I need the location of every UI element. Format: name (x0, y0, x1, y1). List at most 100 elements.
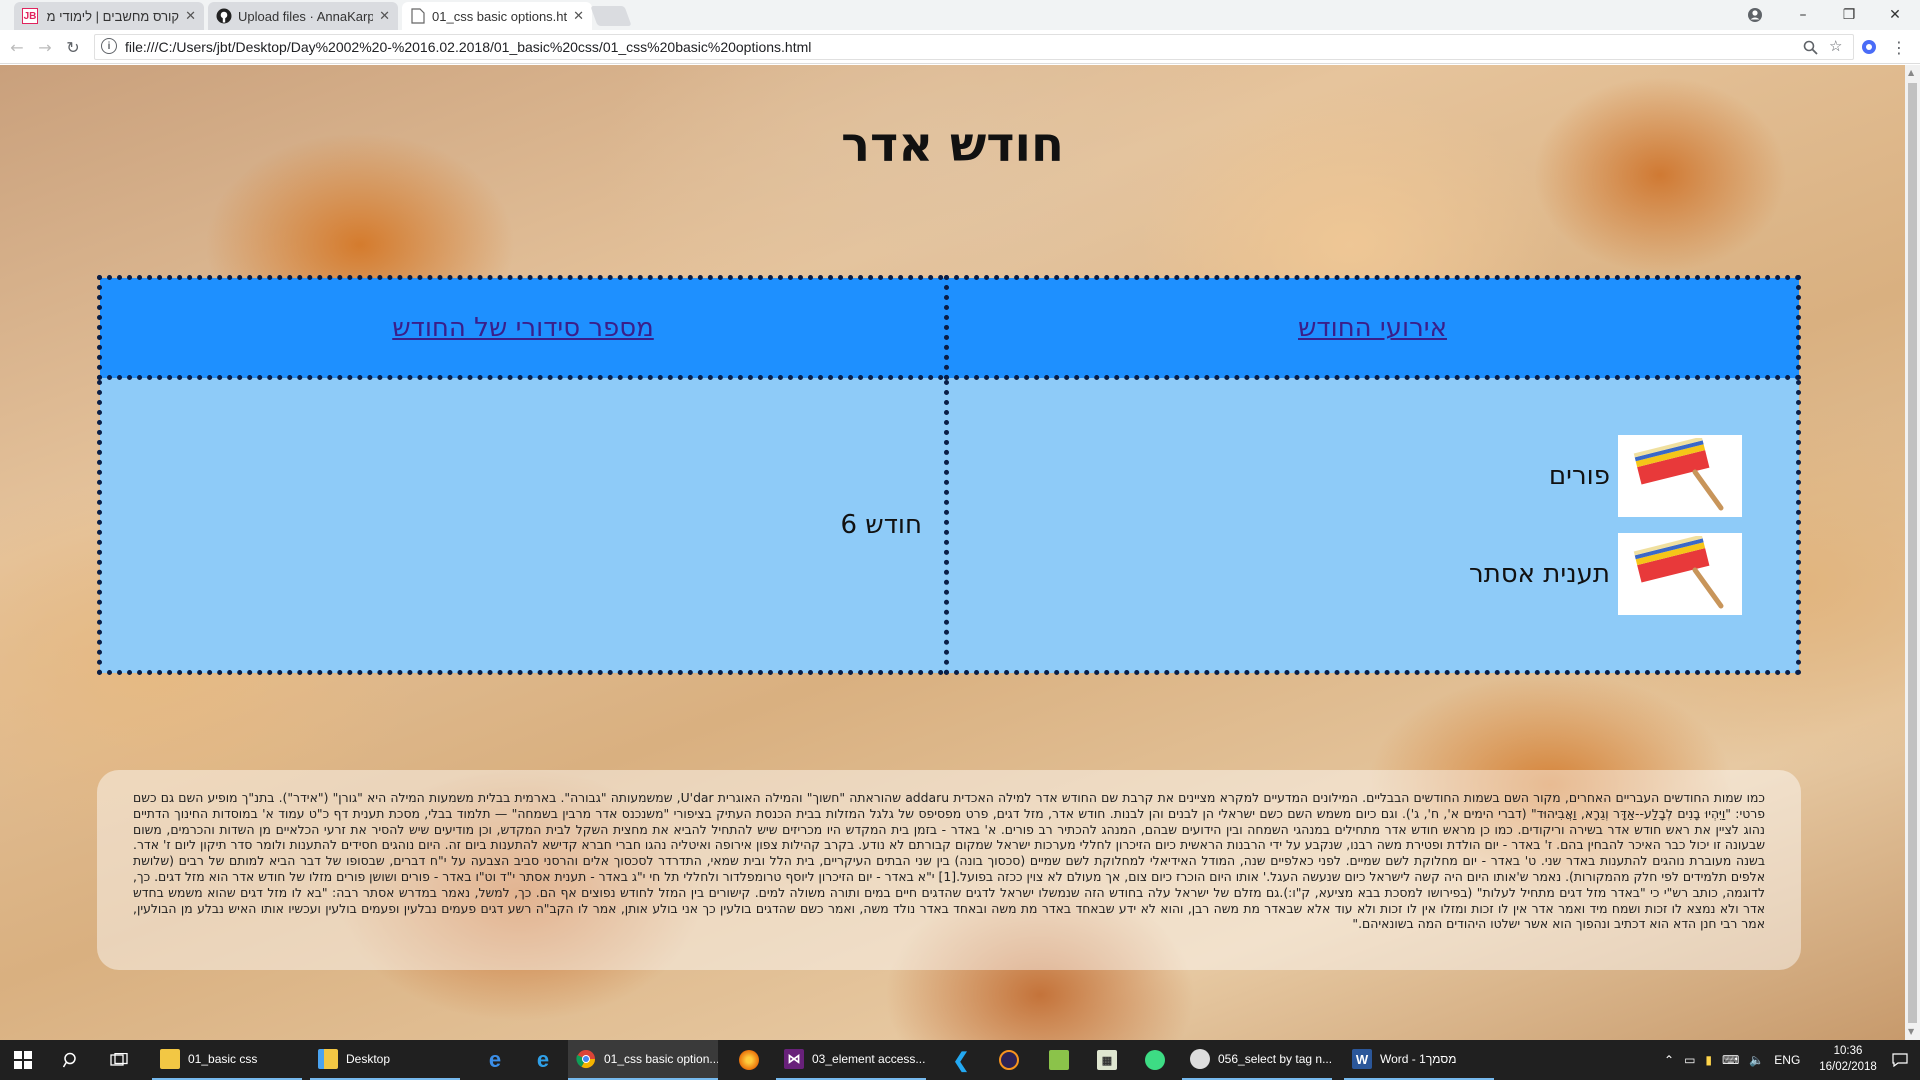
windows-taskbar: 01_basic css Desktop e e 01_css basic op… (0, 1040, 1920, 1080)
page-scrollbar[interactable]: ▲ ▼ (1905, 65, 1920, 1040)
close-icon[interactable]: ✕ (379, 8, 390, 24)
taskbar-item-label: 03_element access.... (812, 1052, 926, 1066)
system-tray: ⌃ ▭ ▮ ⌨ 🔈 ENG (1664, 1040, 1800, 1080)
clock[interactable]: 10:36 16/02/2018 (1808, 1043, 1888, 1075)
events-table: אירועי החודש מספר סידורי של החודש פורים … (97, 275, 1801, 675)
task-view-icon (110, 1053, 128, 1066)
extension-icon[interactable] (1858, 36, 1880, 58)
forward-button[interactable]: → (34, 36, 56, 58)
menu-icon[interactable]: ⋮ (1888, 36, 1910, 58)
task-view-button[interactable] (96, 1040, 142, 1080)
taskbar-item-word[interactable]: W Word - מסמך1 (1344, 1040, 1494, 1080)
taskbar-item-chrome[interactable]: 01_css basic option... (568, 1040, 718, 1080)
tab-label: קורס מחשבים | לימודי מ (46, 8, 180, 24)
description-text: כמו שמות החודשים העבריים האחרים, מקור הש… (97, 770, 1801, 970)
taskbar-calculator[interactable]: ▦ (1084, 1040, 1130, 1080)
taskbar-android[interactable] (1132, 1040, 1178, 1080)
event-item-esther-fast: תענית אסתר (949, 533, 1796, 615)
header-events-link[interactable]: אירועי החודש (1298, 313, 1447, 343)
language-indicator[interactable]: ENG (1774, 1053, 1800, 1067)
taskbar-item-basic-css[interactable]: 01_basic css (152, 1040, 302, 1080)
taskbar-edge[interactable]: e (472, 1040, 518, 1080)
address-bar[interactable]: i file:///C:/Users/jbt/Desktop/Day%2002%… (94, 34, 1854, 60)
new-tab-button[interactable] (590, 6, 632, 26)
tab-css-basic[interactable]: 01_css basic options.htm ✕ (402, 2, 592, 30)
windows-icon (14, 1051, 32, 1069)
taskbar-eclipse[interactable] (986, 1040, 1032, 1080)
page-icon (410, 8, 426, 24)
folder-icon (160, 1049, 180, 1069)
gragger-icon (1618, 435, 1742, 517)
taskbar-item-visual-studio[interactable]: ⋈ 03_element access.... (776, 1040, 926, 1080)
volume-icon[interactable]: 🔈 (1749, 1053, 1764, 1067)
scroll-up-icon[interactable]: ▲ (1908, 68, 1914, 77)
taskbar-notepad[interactable] (1036, 1040, 1082, 1080)
word-icon: W (1352, 1049, 1372, 1069)
vscode-icon: ❮ (952, 1049, 970, 1072)
taskbar-ie[interactable]: e (520, 1040, 566, 1080)
scrollbar-thumb[interactable] (1908, 83, 1917, 1023)
start-button[interactable] (0, 1040, 46, 1080)
calculator-icon: ▦ (1097, 1050, 1117, 1070)
paint-icon (1190, 1049, 1210, 1069)
taskbar-firefox[interactable] (726, 1040, 772, 1080)
taskbar-item-desktop[interactable]: Desktop (310, 1040, 460, 1080)
table-row: פורים תענית אסתר חודש 6 (97, 375, 1801, 675)
clock-date: 16/02/2018 (1819, 1061, 1877, 1073)
keyboard-icon[interactable]: ⌨ (1722, 1053, 1739, 1067)
window-close-button[interactable]: ✕ (1872, 0, 1918, 30)
battery-icon[interactable]: ▮ (1705, 1053, 1712, 1067)
jb-icon: JB (22, 8, 38, 24)
zoom-icon[interactable] (1803, 40, 1818, 59)
minimize-button[interactable]: – (1780, 0, 1826, 30)
taskbar-item-label: 056_select by tag n... (1218, 1052, 1332, 1066)
taskbar-item-label: Word - מסמך1 (1380, 1052, 1457, 1066)
taskbar-vscode[interactable]: ❮ (938, 1040, 984, 1080)
chrome-icon (576, 1049, 596, 1069)
taskbar-item-label: 01_css basic option... (604, 1052, 718, 1066)
month-number-cell: חודש 6 (97, 375, 949, 675)
firefox-icon (739, 1050, 759, 1070)
browser-toolbar: ← → ↻ i file:///C:/Users/jbt/Desktop/Day… (0, 30, 1920, 64)
url-text[interactable]: file:///C:/Users/jbt/Desktop/Day%2002%20… (125, 39, 811, 55)
search-button[interactable] (48, 1040, 94, 1080)
search-icon (63, 1052, 76, 1068)
reload-button[interactable]: ↻ (62, 36, 84, 58)
restore-button[interactable]: ❐ (1826, 0, 1872, 30)
android-studio-icon (1145, 1050, 1165, 1070)
events-cell: פורים תענית אסתר (944, 375, 1801, 675)
eclipse-icon (999, 1050, 1019, 1070)
tab-label: 01_css basic options.htm (432, 8, 568, 24)
event-name: תענית אסתר (1469, 559, 1610, 589)
edge-icon: e (488, 1047, 502, 1072)
notifications-icon[interactable] (1892, 1040, 1908, 1080)
network-icon[interactable]: ▭ (1684, 1053, 1695, 1067)
taskbar-item-paint[interactable]: 056_select by tag n... (1182, 1040, 1332, 1080)
github-icon (216, 8, 232, 24)
taskbar-item-label: Desktop (346, 1052, 391, 1066)
back-button[interactable]: ← (6, 36, 28, 58)
tab-course[interactable]: JB קורס מחשבים | לימודי מ ✕ (14, 2, 204, 30)
chevron-up-icon[interactable]: ⌃ (1664, 1053, 1674, 1067)
gragger-icon (1618, 533, 1742, 615)
close-icon[interactable]: ✕ (185, 8, 196, 24)
page-title: חודש אדר (841, 117, 1064, 173)
profile-icon[interactable] (1732, 0, 1778, 30)
browser-titlebar: JB קורס מחשבים | לימודי מ ✕ Upload files… (0, 0, 1920, 30)
scroll-down-icon[interactable]: ▼ (1908, 1027, 1914, 1036)
tab-label: Upload files · AnnaKarpf (238, 8, 374, 24)
close-icon[interactable]: ✕ (573, 8, 584, 24)
clock-time: 10:36 (1833, 1045, 1863, 1057)
table-header-row: אירועי החודש מספר סידורי של החודש (97, 275, 1801, 380)
visual-studio-icon: ⋈ (784, 1049, 804, 1069)
header-month-number: מספר סידורי של החודש (97, 275, 949, 380)
tab-github[interactable]: Upload files · AnnaKarpf ✕ (208, 2, 398, 30)
bookmark-star-icon[interactable]: ☆ (1829, 37, 1842, 55)
notepad-icon (1049, 1050, 1069, 1070)
info-icon[interactable]: i (101, 38, 117, 54)
header-month-number-link[interactable]: מספר סידורי של החודש (392, 313, 654, 343)
desktop-folder-icon (318, 1049, 338, 1069)
header-events: אירועי החודש (944, 275, 1801, 380)
event-item-purim: פורים (949, 435, 1796, 517)
taskbar-item-label: 01_basic css (188, 1052, 258, 1066)
